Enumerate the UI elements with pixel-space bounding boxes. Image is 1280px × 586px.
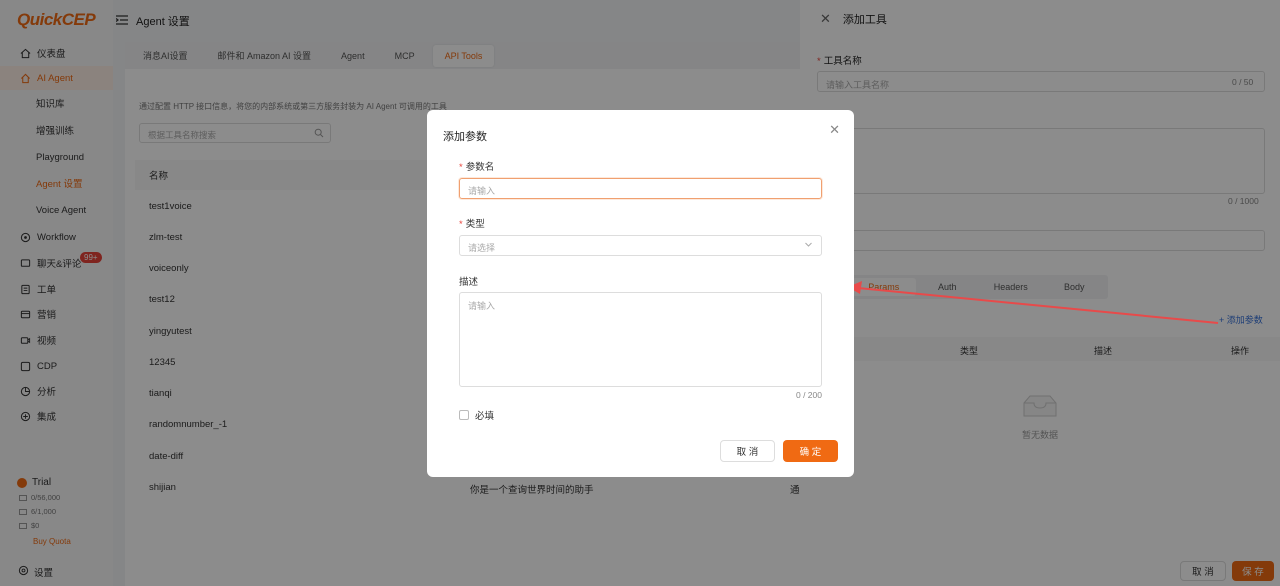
modal-title: 添加参数: [443, 131, 487, 143]
param-name-label: * 参数名: [459, 162, 495, 173]
param-name-input[interactable]: 请输入: [459, 178, 822, 199]
checkbox-icon[interactable]: [459, 410, 469, 420]
description-count: 0 / 200: [796, 390, 822, 400]
description-label: 描述: [459, 277, 479, 288]
chevron-down-icon: [804, 240, 813, 251]
confirm-button[interactable]: 确 定: [783, 440, 838, 462]
type-select[interactable]: 请选择: [459, 235, 822, 256]
annotation-arrow: [848, 281, 1219, 324]
required-checkbox[interactable]: 必填: [459, 408, 494, 422]
type-label: * 类型: [459, 219, 485, 230]
description-textarea[interactable]: 请输入: [459, 292, 822, 387]
required-label: 必填: [475, 411, 495, 422]
close-icon[interactable]: ✕: [829, 122, 840, 138]
add-param-modal: 添加参数 ✕ * 参数名 请输入 * 类型 请选择 描述 请输入 0 / 200 必…: [427, 110, 854, 477]
cancel-button[interactable]: 取 消: [720, 440, 775, 462]
